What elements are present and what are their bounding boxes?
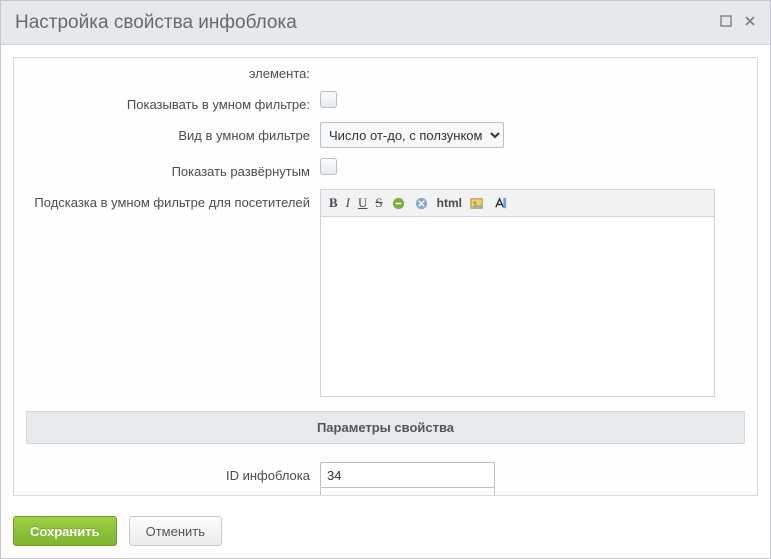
id-iblock-input[interactable]: [320, 462, 495, 488]
unlink-icon[interactable]: [414, 196, 429, 211]
form-body: элемента: Показывать в умном фильтре: Ви…: [14, 58, 757, 496]
truncated-text: элемента:: [249, 66, 310, 81]
editor-toolbar: B I U S html: [320, 189, 715, 217]
dialog-footer: Сохранить Отменить: [1, 508, 770, 558]
underline-icon[interactable]: U: [358, 195, 367, 211]
smart-filter-view-label: Вид в умном фильтре: [178, 128, 310, 143]
show-in-smart-filter-label: Показывать в умном фильтре:: [127, 97, 310, 112]
bold-icon[interactable]: B: [329, 195, 338, 211]
show-expanded-label: Показать развёрнутым: [172, 164, 310, 179]
content-area: элемента: Показывать в умном фильтре: Ви…: [1, 45, 770, 508]
section-header: Параметры свойства: [26, 411, 745, 444]
titlebar: Настройка свойства инфоблока: [1, 1, 770, 45]
dialog: Настройка свойства инфоблока элемента: П…: [0, 0, 771, 559]
row-show-in-smart-filter: Показывать в умном фильтре:: [26, 91, 745, 112]
smart-filter-view-select[interactable]: Число от-до, с ползунком: [320, 122, 504, 148]
close-icon[interactable]: [744, 15, 756, 30]
row-id-iblock: ID инфоблока 34: [26, 462, 745, 496]
strike-icon[interactable]: S: [375, 195, 382, 211]
show-in-smart-filter-checkbox[interactable]: [320, 91, 337, 108]
italic-icon[interactable]: I: [346, 195, 350, 211]
maximize-icon[interactable]: [720, 15, 732, 30]
autocomplete-item[interactable]: 34: [321, 488, 494, 496]
save-button[interactable]: Сохранить: [13, 516, 117, 546]
autocomplete-dropdown: 34: [320, 488, 495, 496]
row-truncated: элемента:: [26, 66, 745, 81]
text-format-icon[interactable]: [493, 196, 508, 211]
dialog-title: Настройка свойства инфоблока: [15, 12, 708, 34]
insert-image-icon[interactable]: [470, 196, 485, 211]
row-show-expanded: Показать развёрнутым: [26, 158, 745, 179]
row-hint-editor: Подсказка в умном фильтре для посетителе…: [26, 189, 745, 397]
editor-textarea[interactable]: [320, 217, 715, 397]
scroll-panel[interactable]: элемента: Показывать в умном фильтре: Ви…: [13, 57, 758, 496]
row-smart-filter-view: Вид в умном фильтре Число от-до, с ползу…: [26, 122, 745, 148]
rich-text-editor: B I U S html: [320, 189, 715, 397]
html-mode-button[interactable]: html: [437, 196, 462, 210]
cancel-button[interactable]: Отменить: [129, 516, 222, 546]
link-icon[interactable]: [391, 196, 406, 211]
hint-label: Подсказка в умном фильтре для посетителе…: [34, 195, 310, 210]
section-header-text: Параметры свойства: [317, 420, 454, 435]
id-iblock-label: ID инфоблока: [226, 468, 310, 483]
show-expanded-checkbox[interactable]: [320, 158, 337, 175]
